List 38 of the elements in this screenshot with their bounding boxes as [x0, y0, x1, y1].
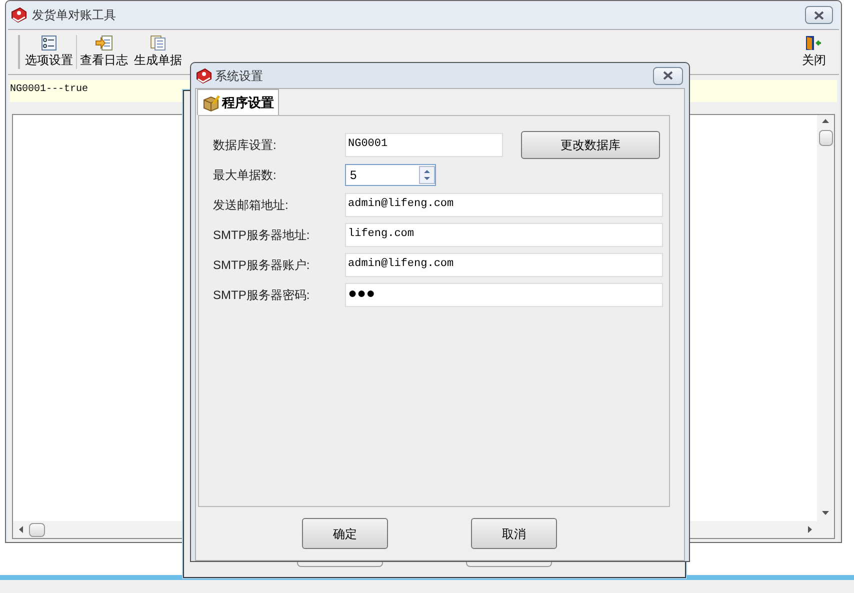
change-database-button[interactable]: 更改数据库	[521, 131, 660, 159]
scroll-up-icon	[822, 119, 829, 123]
document-arrow-icon	[95, 35, 113, 51]
field-label: 数据库设置:	[213, 138, 276, 152]
toolbar-button[interactable]: 生成单据	[131, 35, 185, 69]
toolbar-button[interactable]: 关闭	[799, 35, 829, 69]
window-title: 发货单对账工具	[32, 7, 116, 24]
exit-door-icon	[805, 35, 823, 51]
field-label: 最大单据数:	[213, 168, 276, 182]
scroll-right-icon	[808, 526, 812, 533]
dialog-button[interactable]: 确定	[302, 518, 388, 549]
field-label: SMTP服务器地址:	[213, 228, 310, 242]
field-label: SMTP服务器密码:	[213, 288, 310, 302]
text-field[interactable]: admin@lifeng.com	[345, 193, 663, 217]
password-field[interactable]: ●●●	[345, 283, 663, 307]
close-button[interactable]	[805, 6, 833, 24]
field-label: SMTP服务器账户:	[213, 258, 310, 272]
close-icon	[662, 71, 674, 80]
number-spinner[interactable]: 5	[345, 164, 436, 186]
documents-icon	[150, 35, 166, 51]
text-field[interactable]: lifeng.com	[345, 223, 663, 247]
toolbar-button[interactable]: 选项设置	[18, 35, 76, 69]
close-button[interactable]	[653, 66, 683, 84]
text-field[interactable]: NG0001	[345, 133, 503, 157]
box-pencil-icon	[202, 94, 220, 112]
tab[interactable]: 程序设置	[197, 89, 279, 115]
scroll-thumb[interactable]	[29, 522, 45, 536]
dialog-button[interactable]: 取消	[471, 518, 557, 549]
vertical-scrollbar[interactable]	[817, 115, 834, 521]
checklist-icon	[41, 35, 57, 51]
scroll-thumb[interactable]	[818, 130, 832, 146]
text-field[interactable]: admin@lifeng.com	[345, 253, 663, 277]
scroll-left-icon	[19, 526, 23, 533]
close-icon	[813, 10, 825, 20]
spinner-arrows-icon	[419, 166, 435, 184]
toolbar-button[interactable]: 查看日志	[76, 35, 131, 69]
scroll-down-icon	[822, 511, 829, 515]
field-label: 发送邮箱地址:	[213, 198, 288, 212]
